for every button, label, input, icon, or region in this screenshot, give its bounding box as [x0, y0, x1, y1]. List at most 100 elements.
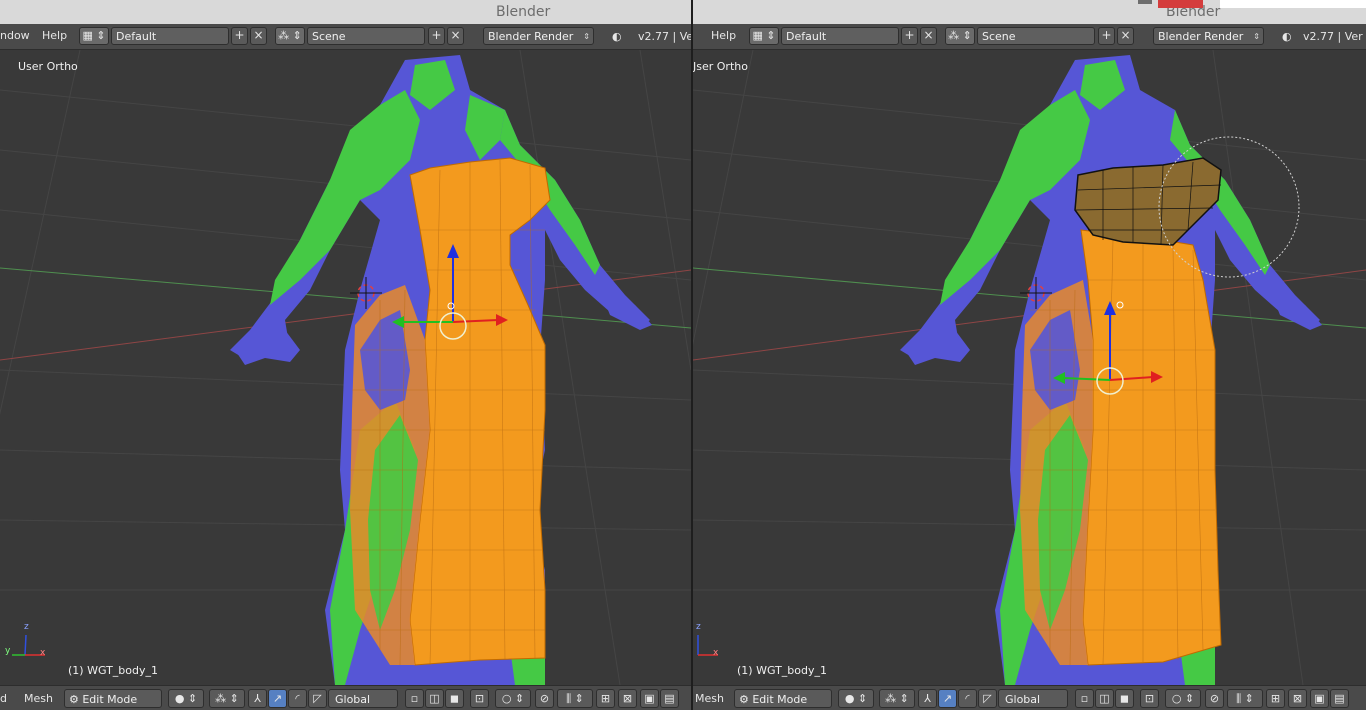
title-bar: Blender	[0, 0, 691, 24]
mode-label: Edit Mode	[82, 693, 138, 706]
manipulator-icon[interactable]: ⅄	[918, 689, 937, 708]
rotate-icon[interactable]: ◜	[288, 689, 307, 708]
viewport-shading-icon[interactable]: ● ⇕	[838, 689, 874, 708]
menu-mesh[interactable]: Mesh	[24, 692, 53, 705]
scale-icon[interactable]: ◸	[978, 689, 997, 708]
object-label: (1) WGT_body_1	[68, 664, 159, 677]
axis-x-label: x	[40, 648, 46, 658]
left-blender-window: Blender ndow Help ▦ ⇕ Default + × ⁂ ⇕ Sc…	[0, 0, 691, 710]
chevron-updown-icon: ⇕	[1253, 32, 1260, 41]
close-layout-icon[interactable]: ×	[250, 27, 267, 45]
proportional-edit-icon[interactable]: ○ ⇕	[1165, 689, 1201, 708]
mode-icon: ⚙	[739, 693, 753, 706]
render-engine-label: Blender Render	[488, 30, 574, 43]
mode-icon: ⚙	[69, 693, 83, 706]
vertex-select-icon[interactable]: ▫	[405, 689, 424, 708]
add-scene-icon[interactable]: +	[428, 27, 445, 45]
render-engine-select[interactable]: Blender Render ⇕	[1153, 27, 1264, 45]
close-layout-icon[interactable]: ×	[920, 27, 937, 45]
minimize-icon[interactable]	[1138, 0, 1152, 4]
menu-help[interactable]: Help	[711, 29, 736, 42]
axis-z-label: z	[24, 622, 29, 632]
pivot-icon[interactable]: ⁂ ⇕	[879, 689, 915, 708]
translate-icon[interactable]: ↗	[268, 689, 287, 708]
screen-layout-icon[interactable]: ▦ ⇕	[79, 27, 109, 45]
rotate-icon[interactable]: ◜	[958, 689, 977, 708]
render-engine-select[interactable]: Blender Render ⇕	[483, 27, 594, 45]
orientation-select[interactable]: Global	[328, 689, 398, 708]
layer-icon[interactable]: ⊠	[618, 689, 637, 708]
viewport-header: d Mesh ⚙ Edit Mode ● ⇕ ⁂ ⇕ ⅄ ↗ ◜ ◸ Globa…	[0, 685, 691, 710]
view-label: User Ortho	[18, 60, 78, 73]
snap-target-icon[interactable]: ⊞	[596, 689, 615, 708]
layout-field[interactable]: Default	[781, 27, 899, 45]
title-decoration	[1158, 0, 1203, 8]
axis-z-label: z	[696, 622, 701, 632]
mode-select[interactable]: ⚙ Edit Mode	[734, 689, 832, 708]
add-scene-icon[interactable]: +	[1098, 27, 1115, 45]
menu-add[interactable]: d	[0, 692, 7, 705]
orientation-label: Global	[335, 693, 371, 706]
add-layout-icon[interactable]: +	[231, 27, 248, 45]
dress-mesh	[1020, 229, 1222, 666]
close-scene-icon[interactable]: ×	[447, 27, 464, 45]
edge-select-icon[interactable]: ◫	[425, 689, 444, 708]
orientation-select[interactable]: Global	[998, 689, 1068, 708]
screen-layout-icon[interactable]: ▦ ⇕	[749, 27, 779, 45]
snap-icon[interactable]: ⫼ ⇕	[1227, 689, 1263, 708]
face-select-icon[interactable]: ◼	[1115, 689, 1134, 708]
menu-window[interactable]: ndow	[0, 29, 30, 42]
falloff-icon[interactable]: ⊘	[535, 689, 554, 708]
edge-select-icon[interactable]: ◫	[1095, 689, 1114, 708]
occlude-geometry-icon[interactable]: ⊡	[470, 689, 489, 708]
mode-label: Edit Mode	[752, 693, 808, 706]
version-text: v2.77 | Ver	[638, 30, 691, 43]
render-engine-label: Blender Render	[1158, 30, 1244, 43]
menu-help[interactable]: Help	[42, 29, 67, 42]
falloff-icon[interactable]: ⊘	[1205, 689, 1224, 708]
3d-viewport[interactable]: User Ortho (1) WGT_body_1 z x y	[0, 50, 691, 685]
scene-field[interactable]: Scene	[307, 27, 425, 45]
3d-viewport[interactable]: Jser Ortho (1) WGT_body_1 z x	[693, 50, 1366, 685]
layer-icon[interactable]: ⊠	[1288, 689, 1307, 708]
viewport-canvas	[693, 50, 1366, 685]
scene-icon[interactable]: ⁂ ⇕	[945, 27, 975, 45]
manipulator-icon[interactable]: ⅄	[248, 689, 267, 708]
vertex-select-icon[interactable]: ▫	[1075, 689, 1094, 708]
viewport-canvas	[0, 50, 691, 685]
mode-select[interactable]: ⚙ Edit Mode	[64, 689, 162, 708]
axis-y-label: y	[5, 646, 11, 656]
blender-logo-icon: ◐	[612, 30, 622, 43]
object-label: (1) WGT_body_1	[737, 664, 828, 677]
viewport-header: Mesh ⚙ Edit Mode ● ⇕ ⁂ ⇕ ⅄ ↗ ◜ ◸ Global …	[693, 685, 1366, 710]
face-select-icon[interactable]: ◼	[445, 689, 464, 708]
blender-logo-icon: ◐	[1282, 30, 1292, 43]
render-icon[interactable]: ▣	[640, 689, 659, 708]
layout-field[interactable]: Default	[111, 27, 229, 45]
occlude-geometry-icon[interactable]: ⊡	[1140, 689, 1159, 708]
title-decoration-white	[1220, 0, 1366, 8]
scale-icon[interactable]: ◸	[308, 689, 327, 708]
chevron-updown-icon: ⇕	[583, 32, 590, 41]
info-header: Help ▦ ⇕ Default + × ⁂ ⇕ Scene + × Blend…	[693, 24, 1366, 50]
proportional-edit-icon[interactable]: ○ ⇕	[495, 689, 531, 708]
clapper-icon[interactable]: ▤	[1330, 689, 1349, 708]
snap-icon[interactable]: ⫼ ⇕	[557, 689, 593, 708]
right-blender-window: Blender Help ▦ ⇕ Default + × ⁂ ⇕ Scene +…	[693, 0, 1366, 710]
translate-icon[interactable]: ↗	[938, 689, 957, 708]
clapper-icon[interactable]: ▤	[660, 689, 679, 708]
info-header: ndow Help ▦ ⇕ Default + × ⁂ ⇕ Scene + × …	[0, 24, 691, 50]
add-layout-icon[interactable]: +	[901, 27, 918, 45]
menu-mesh[interactable]: Mesh	[695, 692, 724, 705]
snap-target-icon[interactable]: ⊞	[1266, 689, 1285, 708]
close-scene-icon[interactable]: ×	[1117, 27, 1134, 45]
scene-icon[interactable]: ⁂ ⇕	[275, 27, 305, 45]
scene-field[interactable]: Scene	[977, 27, 1095, 45]
viewport-shading-icon[interactable]: ● ⇕	[168, 689, 204, 708]
render-icon[interactable]: ▣	[1310, 689, 1329, 708]
view-label: Jser Ortho	[693, 60, 748, 73]
orientation-label: Global	[1005, 693, 1041, 706]
version-text: v2.77 | Ver	[1303, 30, 1363, 43]
window-title: Blender	[496, 4, 551, 20]
pivot-icon[interactable]: ⁂ ⇕	[209, 689, 245, 708]
